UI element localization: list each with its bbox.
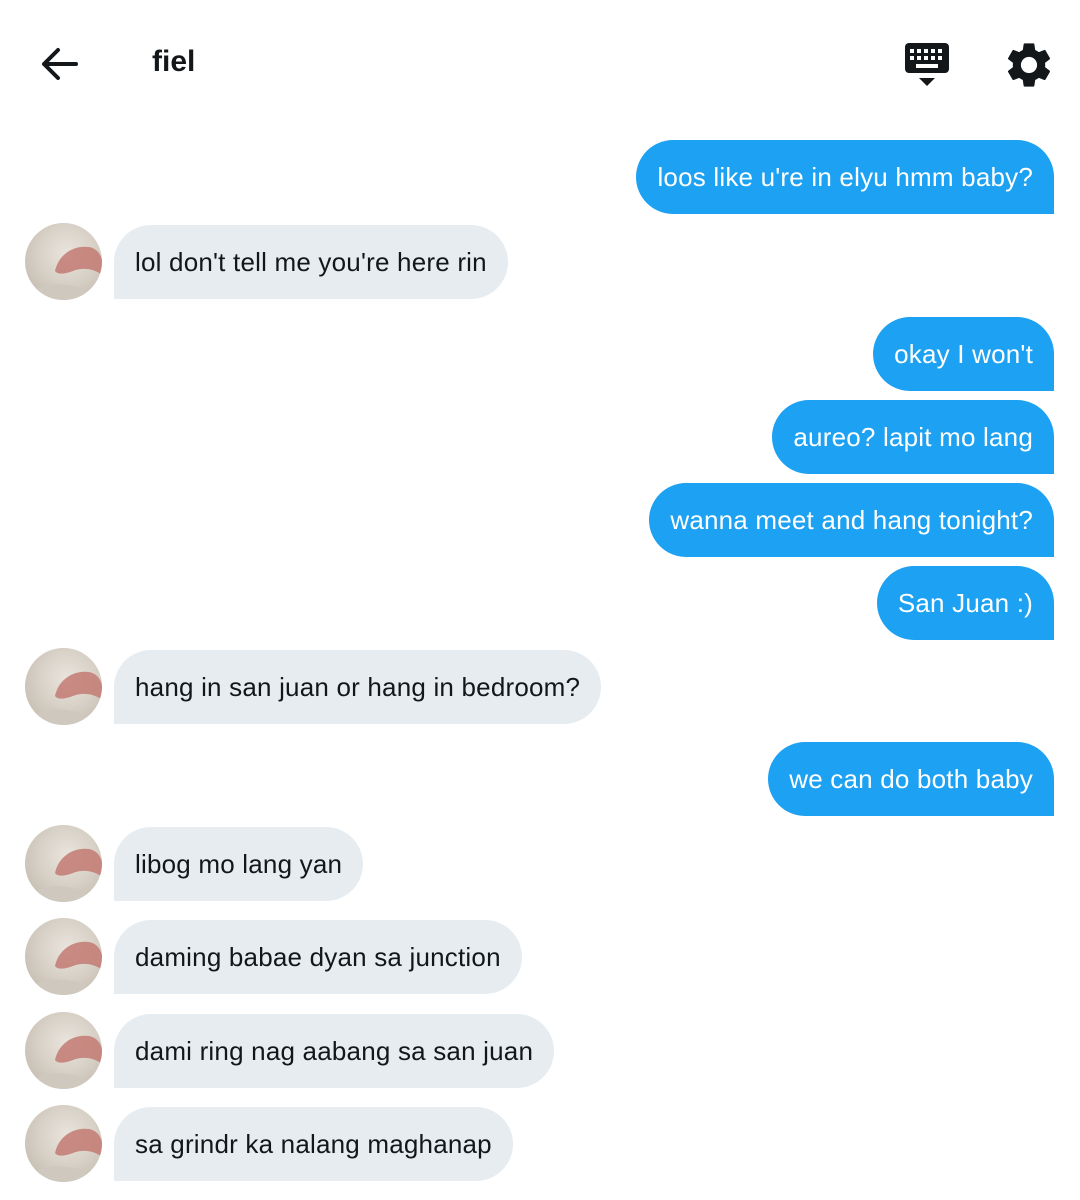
avatar[interactable] bbox=[25, 918, 102, 995]
arrow-left-icon bbox=[42, 48, 78, 80]
sent-message-bubble[interactable]: aureo? lapit mo lang bbox=[772, 400, 1054, 474]
sent-message-bubble[interactable]: wanna meet and hang tonight? bbox=[649, 483, 1054, 557]
received-message-bubble[interactable]: sa grindr ka nalang maghanap bbox=[114, 1107, 513, 1181]
received-message-bubble[interactable]: daming babae dyan sa junction bbox=[114, 920, 522, 994]
avatar[interactable] bbox=[25, 648, 102, 725]
received-message-bubble[interactable]: libog mo lang yan bbox=[114, 827, 364, 901]
avatar[interactable] bbox=[25, 1012, 102, 1089]
avatar[interactable] bbox=[25, 1105, 102, 1182]
settings-button[interactable] bbox=[1002, 38, 1056, 92]
keyboard-toggle-button[interactable] bbox=[900, 40, 954, 90]
keyboard-icon bbox=[905, 43, 949, 86]
received-message-bubble[interactable]: dami ring nag aabang sa san juan bbox=[114, 1014, 555, 1088]
avatar[interactable] bbox=[25, 825, 102, 902]
received-message-bubble[interactable]: lol don't tell me you're here rin bbox=[114, 225, 508, 299]
sent-message-bubble[interactable]: loos like u're in elyu hmm baby? bbox=[636, 140, 1054, 214]
conversation-header: fiel bbox=[0, 0, 1080, 128]
sent-message-bubble[interactable]: San Juan :) bbox=[876, 566, 1054, 640]
sent-message-bubble[interactable]: we can do both baby bbox=[768, 742, 1054, 816]
received-message-bubble[interactable]: hang in san juan or hang in bedroom? bbox=[114, 650, 602, 724]
sent-message-bubble[interactable]: okay I won't bbox=[873, 317, 1054, 391]
back-button[interactable] bbox=[36, 40, 84, 88]
gear-icon bbox=[1007, 43, 1051, 87]
conversation-title: fiel bbox=[152, 45, 196, 78]
avatar[interactable] bbox=[25, 223, 102, 300]
